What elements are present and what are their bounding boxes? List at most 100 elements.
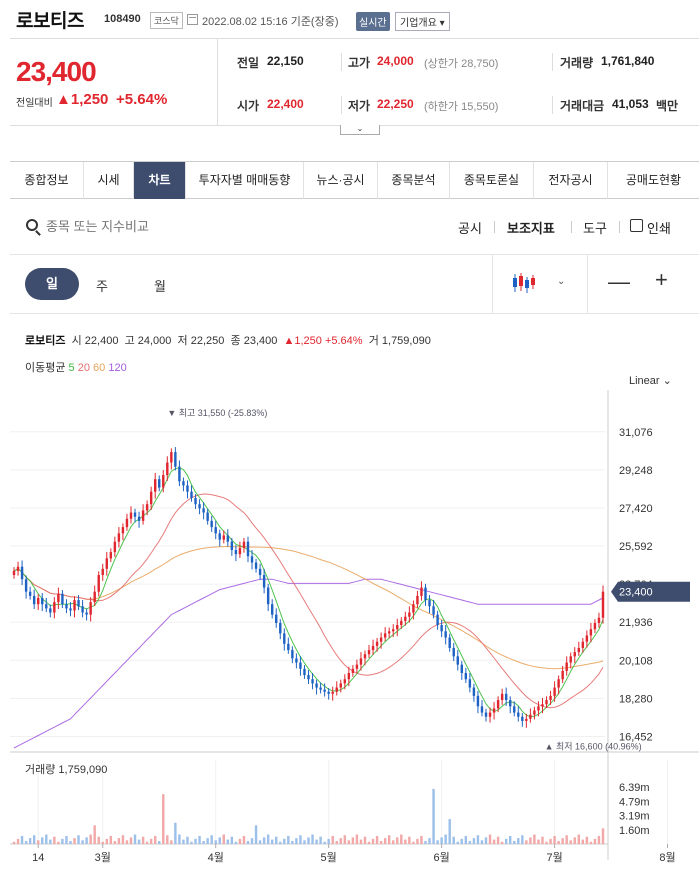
period-week-button[interactable]: 주 [96,276,108,295]
print-button[interactable]: 인쇄 [647,218,671,237]
company-overview-button[interactable]: 기업개요 ▾ [395,12,450,31]
candle-body [577,647,581,653]
candle-body [198,504,201,509]
candle-body [190,491,193,498]
candle-body [412,604,415,613]
stock-chart[interactable]: 31,07629,24827,42025,59223,76421,93620,1… [0,390,699,870]
search-icon[interactable] [26,219,38,231]
candle-body [359,658,363,665]
tab-short-selling[interactable]: 공매도현황 [607,162,699,199]
candle-body [392,629,395,632]
candle-body [133,512,137,517]
trade-amount-unit: 백만 [656,99,679,113]
candle-body [585,635,589,642]
candle-body [355,664,359,669]
candle-body [149,491,153,505]
candle-body [125,518,129,528]
chart-type-selector[interactable] [492,254,588,313]
candle-body [387,631,391,634]
volume-bar [392,840,395,844]
tab-e-disclosure[interactable]: 전자공시 [533,162,607,199]
candle-body [331,691,334,694]
y-tick-label: 18,280 [619,693,653,705]
volume-bar [121,835,125,844]
volume-bar [436,840,439,844]
volume-bar [230,836,234,844]
info-open: 22,400 [84,335,119,347]
volume-bar [492,839,496,844]
candle-body [109,552,113,559]
calendar-icon [187,14,198,25]
company-overview-label: 기업개요 [400,18,437,29]
candle-body [113,541,117,553]
volume-bar [371,838,375,844]
volume-bar [129,837,133,844]
tab-investor-trends[interactable]: 투자자별 매매동향 [185,162,303,199]
volume-bar [149,838,153,844]
volume-bar [432,788,435,844]
volume-bar [504,838,508,844]
candle-body [521,716,524,721]
tab-quotes[interactable]: 시세 [83,162,133,199]
volume-bar [218,837,221,844]
current-price: 23,400 [16,56,97,87]
x-tick-label: 3월 [95,851,111,864]
volume-bar [113,841,117,844]
volume-bar [85,837,88,844]
candle-body [476,695,480,707]
tab-news[interactable]: 뉴스·공시 [303,162,377,199]
scale-selector[interactable]: Linear ⌄ [629,374,672,387]
volume-bar [319,836,322,844]
tab-overview[interactable]: 종합정보 [10,162,83,199]
tab-analysis[interactable]: 종목분석 [377,162,449,199]
candle-body [432,606,435,615]
volume-bar [444,834,447,844]
search-input[interactable] [46,215,346,237]
candle-body [41,597,44,605]
volume-bar [97,836,100,844]
upper-limit: (상한가 28,750) [424,58,499,70]
zoom-out-icon[interactable]: — [608,271,630,293]
candle-body [468,679,472,688]
candle-body [81,606,84,613]
divider [552,53,553,71]
volume-bar [509,835,512,844]
period-month-button[interactable]: 월 [154,276,166,295]
tab-discussion[interactable]: 종목토론실 [449,162,533,199]
candlestick-icon[interactable] [511,271,535,295]
candle-body [319,687,322,690]
zoom-in-icon[interactable]: + [655,269,668,291]
candle-body [488,712,492,717]
y-tick-label: 29,248 [619,465,653,477]
tab-chart[interactable]: 차트 [133,162,185,199]
tools-button[interactable]: 도구 [583,218,607,237]
y-tick-label: 27,420 [619,503,653,515]
chevron-down-icon[interactable]: ⌄ [557,276,565,287]
candle-body [295,658,298,663]
print-icon[interactable] [630,219,643,232]
expand-toggle-button[interactable]: ⌄ [340,125,380,135]
candle-body [270,604,274,615]
volume-bar [258,840,262,844]
period-day-button[interactable]: 일 [25,268,79,300]
volume-bar [416,838,419,844]
candle-body [291,650,294,659]
moving-average-legend: 이동평균 5 20 60 120 [25,359,127,375]
indicator-button[interactable]: 보조지표 [507,218,555,237]
volume-bar [396,837,399,844]
chevron-down-icon: ⌄ [356,124,364,133]
volume-bar [145,841,149,844]
x-tick-label: 4월 [208,851,224,864]
volume-bar [170,840,173,844]
min-price-annotation: ▲ 최저 16,600 (40.96%) [545,741,642,751]
disclosure-button[interactable]: 공시 [458,218,482,237]
info-low: 22,250 [190,335,225,347]
candle-body [339,683,342,688]
candle-body [327,691,330,694]
candle-body [363,654,367,659]
candle-body [573,652,576,657]
volume-bar [379,841,383,844]
candle-body [266,587,270,605]
candle-body [230,541,234,551]
max-price-annotation: ▼ 최고 31,550 (-25.83%) [167,408,267,418]
